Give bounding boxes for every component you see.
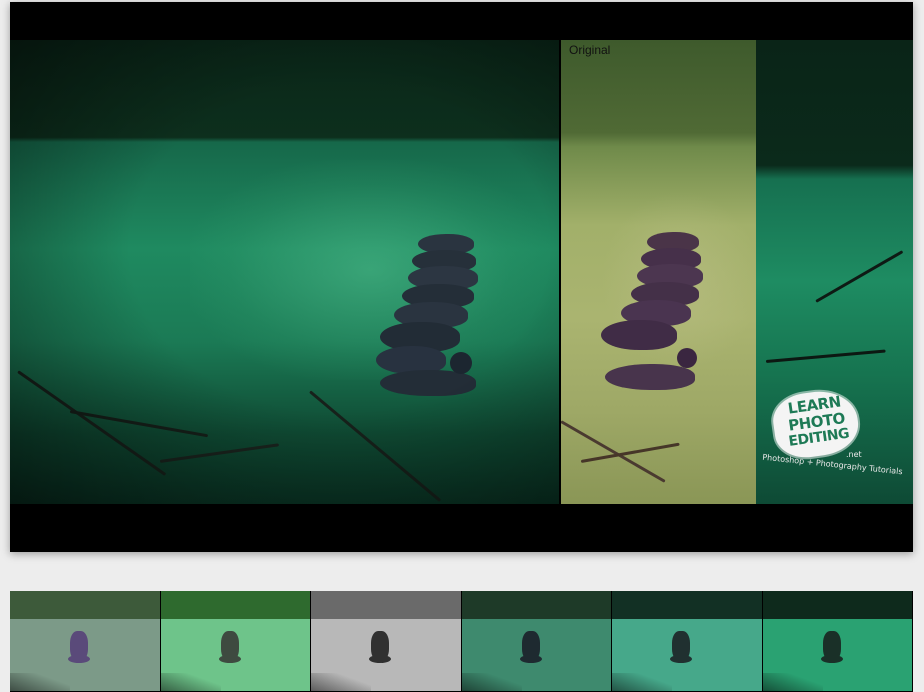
thumbnail-shoreline <box>461 591 611 619</box>
vignette <box>10 40 559 504</box>
thumbnail-shoreline <box>311 591 461 619</box>
original-photo[interactable]: Original <box>560 40 756 504</box>
thumbnail-2[interactable] <box>160 591 311 691</box>
thumbnail-duck <box>218 655 241 663</box>
duck <box>601 320 677 350</box>
edited-photo[interactable] <box>10 40 559 504</box>
logo-tagline: Photoshop + Photography Tutorials <box>761 452 904 477</box>
edited-photo-right[interactable]: LEARN PHOTO EDITING .net Photoshop + Pho… <box>756 40 913 504</box>
thumbnail-duck <box>369 655 391 663</box>
thumbnail-branches <box>10 673 70 691</box>
thumbnail-branches <box>612 673 672 691</box>
thumbnail-6[interactable] <box>762 591 913 691</box>
thumbnail-5[interactable] <box>612 591 763 691</box>
logo-suffix: .net <box>846 450 862 459</box>
thumbnail-shoreline <box>612 591 762 619</box>
thumbnail-duck <box>519 655 542 663</box>
thumbnail-branches <box>160 673 221 691</box>
thumbnail-shoreline <box>762 591 912 619</box>
thumbnail-3[interactable] <box>311 591 462 691</box>
thumbnail-shoreline <box>10 591 160 619</box>
thumbnail-duck <box>820 655 843 663</box>
duck <box>605 364 695 390</box>
thumbnail-branches <box>311 673 371 691</box>
thumbnail-branches <box>762 673 823 691</box>
thumbnail-1[interactable] <box>10 591 161 691</box>
thumbnail-shoreline <box>160 591 310 619</box>
filmstrip <box>10 591 913 692</box>
thumbnail-branches <box>461 673 522 691</box>
thumbnail-duck <box>68 655 90 663</box>
thumbnail-4[interactable] <box>461 591 612 691</box>
branch <box>815 250 904 303</box>
branch <box>765 349 886 363</box>
original-label: Original <box>569 43 611 57</box>
photo-viewer: Original LEARN PHOTO EDITING .net Photos… <box>10 2 913 552</box>
branch <box>561 420 666 483</box>
duck-head <box>677 348 697 368</box>
thumbnail-duck <box>670 655 692 663</box>
